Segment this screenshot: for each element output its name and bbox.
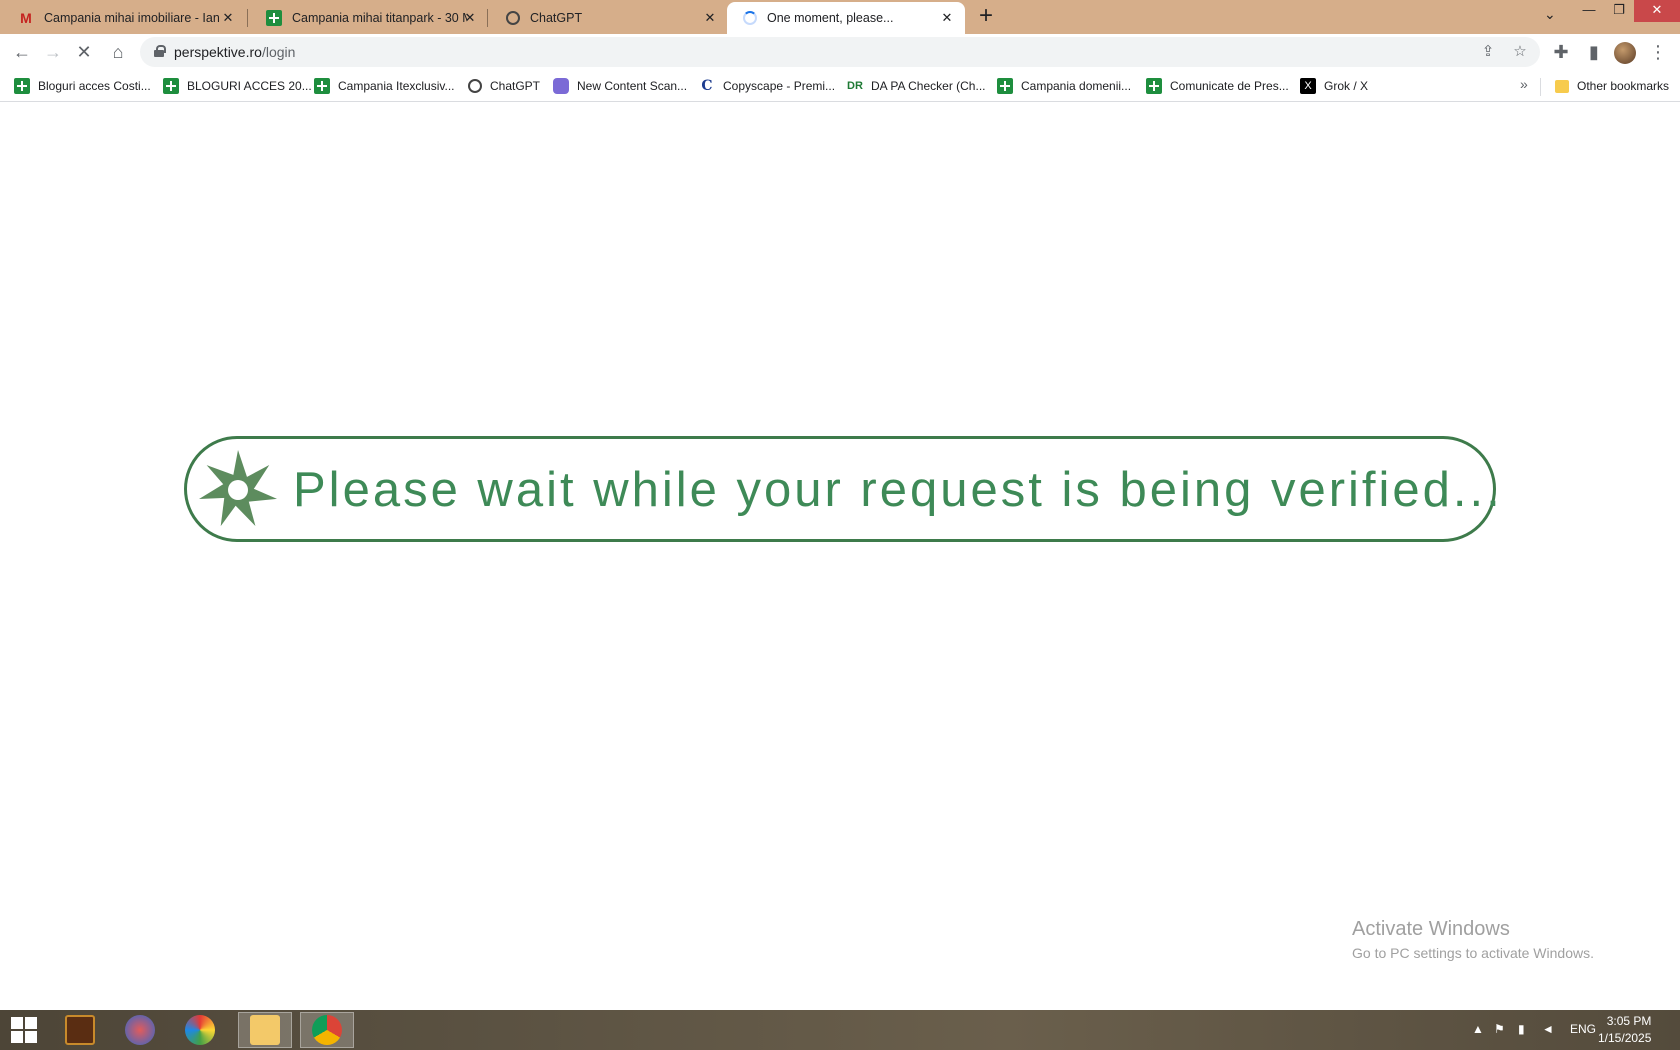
taskbar-app[interactable] (113, 1012, 167, 1048)
bookmark-item[interactable]: ChatGPT (468, 76, 540, 96)
bookmark-item[interactable]: C Copyscape - Premi... (699, 76, 835, 96)
activate-windows-watermark: Activate Windows Go to PC settings to ac… (1352, 918, 1594, 961)
tab-search-chevron-icon[interactable]: ⌄ (1544, 6, 1556, 23)
bookmark-item[interactable]: BLOGURI ACCES 20... (163, 76, 312, 96)
snipping-tool-icon (125, 1015, 155, 1045)
taskbar-app[interactable] (238, 1012, 292, 1048)
side-panel-icon[interactable]: ▮ (1582, 40, 1606, 64)
url-text[interactable]: perspektive.ro/login (174, 44, 295, 60)
close-tab-icon[interactable]: ✕ (462, 10, 478, 26)
minimize-button[interactable]: — (1574, 0, 1604, 22)
system-clock[interactable]: 3:05 PM 1/15/2025 (1598, 1013, 1651, 1047)
sheets-icon (997, 78, 1013, 94)
clock-date: 1/15/2025 (1598, 1031, 1652, 1045)
tab-chatgpt[interactable]: ChatGPT ✕ (490, 2, 728, 34)
close-tab-icon[interactable]: ✕ (939, 10, 955, 26)
close-tab-icon[interactable]: ✕ (220, 10, 236, 26)
verification-message: Please wait while your request is being … (293, 463, 1503, 517)
chrome-icon (312, 1015, 342, 1045)
dapa-icon: DR (847, 80, 863, 92)
home-icon[interactable]: ⌂ (106, 40, 130, 64)
logo-icon (199, 450, 278, 527)
bookmark-item[interactable]: Campania Itexclusiv... (314, 76, 455, 96)
paint-palette-icon (185, 1015, 215, 1045)
more-bookmarks-button[interactable]: » (1520, 76, 1528, 92)
tab-active[interactable]: One moment, please... ✕ (727, 2, 965, 34)
menu-kebab-icon[interactable]: ⋮ (1646, 40, 1670, 64)
sheets-icon (314, 78, 330, 94)
bookmark-star-icon[interactable]: ☆ (1510, 42, 1530, 62)
taskbar-app[interactable] (53, 1012, 107, 1048)
file-explorer-icon (250, 1015, 280, 1045)
share-icon[interactable]: ⇪ (1478, 42, 1498, 62)
address-bar[interactable]: perspektive.ro/login ⇪ ☆ (140, 37, 1540, 67)
sheets-icon (14, 78, 30, 94)
restore-button[interactable]: ❐ (1604, 0, 1634, 22)
taskbar-app-chrome[interactable] (300, 1012, 354, 1048)
copyscape-icon: C (701, 78, 713, 94)
watermark-title: Activate Windows (1352, 918, 1510, 940)
chatgpt-icon (506, 11, 520, 25)
watermark-subtitle: Go to PC settings to activate Windows. (1352, 945, 1594, 961)
sheets-icon (1146, 78, 1162, 94)
forward-arrow-icon[interactable]: → (41, 40, 65, 64)
x-icon: X (1300, 78, 1316, 94)
show-hidden-icons-icon[interactable]: ▲ (1472, 1022, 1484, 1036)
extensions-puzzle-icon[interactable]: ✚ (1549, 40, 1573, 64)
bookmarks-bar: Bloguri acces Costi... BLOGURI ACCES 20.… (0, 70, 1680, 102)
clock-time: 3:05 PM (1606, 1014, 1652, 1028)
language-indicator[interactable]: ENG (1570, 1022, 1596, 1036)
tab-strip: M Campania mihai imobiliare - Ianu ✕ Cam… (0, 0, 1680, 34)
tab-separator (247, 9, 248, 27)
browser-toolbar: ← → ✕ ⌂ perspektive.ro/login ⇪ ☆ ✚ ▮ ⋮ (0, 34, 1680, 70)
volume-icon[interactable]: ◄ (1542, 1022, 1554, 1036)
gmail-icon: M (20, 10, 32, 26)
taskbar-app[interactable] (173, 1012, 227, 1048)
lock-icon[interactable] (154, 45, 166, 57)
window-close-button[interactable]: ✕ (1634, 0, 1680, 22)
new-tab-button[interactable]: + (974, 4, 998, 29)
loading-spinner-icon (743, 11, 757, 25)
flag-notification-icon[interactable]: ⚑ (1494, 1022, 1505, 1036)
stop-loading-icon[interactable]: ✕ (72, 40, 96, 64)
tab-separator (487, 9, 488, 27)
bookmark-item[interactable]: Bloguri acces Costi... (14, 76, 151, 96)
bookmarks-separator (1540, 78, 1541, 96)
bookmark-item[interactable]: New Content Scan... (553, 76, 687, 96)
other-bookmarks-folder[interactable]: Other bookmarks (1555, 76, 1669, 96)
sheets-icon (266, 10, 282, 26)
start-button[interactable] (0, 1012, 48, 1048)
verification-banner: Please wait while your request is being … (184, 436, 1500, 542)
tab-sheets[interactable]: Campania mihai titanpark - 30 M ✕ (250, 2, 488, 34)
back-arrow-icon[interactable]: ← (10, 40, 34, 64)
tab-gmail[interactable]: M Campania mihai imobiliare - Ianu ✕ (2, 2, 246, 34)
profile-avatar[interactable] (1614, 42, 1636, 64)
close-tab-icon[interactable]: ✕ (702, 10, 718, 26)
bookmark-item[interactable]: Comunicate de Pres... (1146, 76, 1289, 96)
folder-icon (1555, 79, 1569, 93)
chatgpt-icon (468, 79, 482, 93)
bookmark-item[interactable]: DR DA PA Checker (Ch... (847, 76, 986, 96)
windows-logo-icon (11, 1017, 37, 1043)
bookmark-item[interactable]: Campania domenii... (997, 76, 1131, 96)
page-content: Please wait while your request is being … (0, 103, 1680, 1010)
scanner-icon (553, 78, 569, 94)
url-domain: perspektive.ro (174, 44, 262, 60)
app-e-icon (65, 1015, 95, 1045)
bookmark-item[interactable]: X Grok / X (1300, 76, 1368, 96)
network-icon[interactable]: ▮ (1518, 1022, 1525, 1036)
windows-taskbar: ▲ ⚑ ▮ ◄ ENG 3:05 PM 1/15/2025 (0, 1010, 1680, 1050)
sheets-icon (163, 78, 179, 94)
url-path: /login (261, 44, 296, 60)
